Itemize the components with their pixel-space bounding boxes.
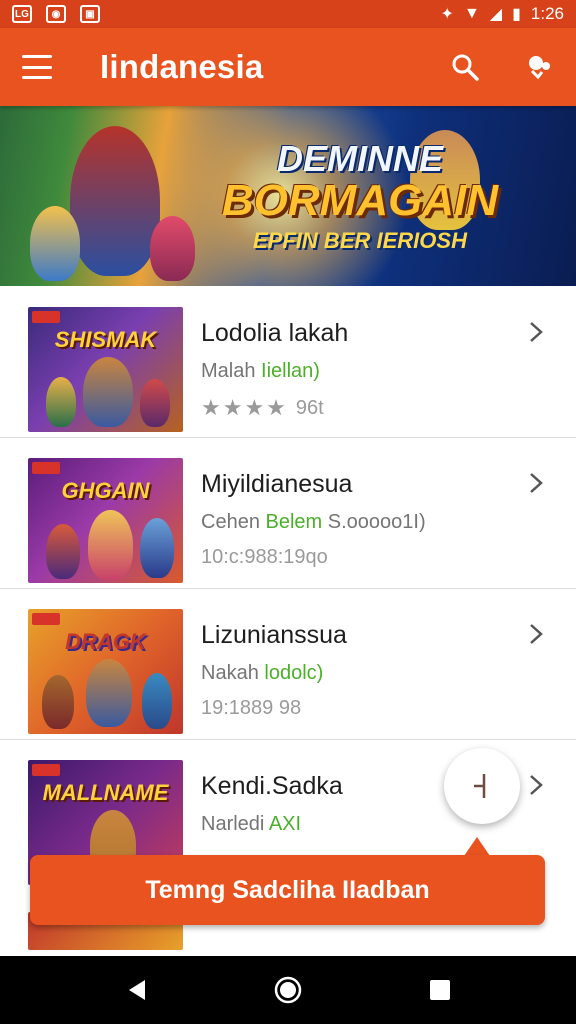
item-meta: ★★★★ 96t [201, 395, 324, 420]
media-icon: ◉ [46, 5, 66, 23]
app-bar: Iindanesia [0, 28, 576, 106]
item-title: Lizunianssua [201, 621, 347, 649]
banner-line-2: BORMAGAIN [221, 176, 499, 225]
thumbnail-badge [32, 311, 60, 323]
chevron-right-icon[interactable] [526, 775, 546, 795]
promo-banner[interactable]: DEMINNE BORMAGAIN EPFIN BER IERIOSH [0, 106, 576, 286]
thumbnail-title: DRAGK [65, 629, 146, 654]
item-title: Lodolia lakah [201, 319, 349, 347]
recents-icon[interactable] [420, 970, 460, 1010]
home-icon[interactable] [268, 970, 308, 1010]
game-thumbnail: DRAGK [28, 609, 183, 734]
item-meta: 19:1889 98 [201, 697, 302, 719]
list-item[interactable]: DRAGK Lizunianssua Nakah lodolc) 19:1889… [0, 588, 576, 739]
item-subtitle: Narledi AXI [201, 813, 302, 835]
status-time: 1:26 [530, 4, 564, 23]
banner-text: DEMINNE BORMAGAIN EPFIN BER IERIOSH [210, 138, 510, 254]
add-icon [474, 774, 486, 798]
battery-icon: ▮ [512, 6, 521, 23]
thumbnail-title: MALLNAME [42, 780, 169, 805]
app-icon: ▣ [80, 5, 100, 23]
item-subtitle: Malah Iiellan) [201, 360, 320, 382]
item-meta: 10:c:988:19qo [201, 546, 328, 568]
banner-hero-figure [70, 126, 160, 276]
item-title: Miyildianesua [201, 470, 353, 498]
cta-button[interactable]: Temng Sadcliha IIadban [30, 855, 545, 925]
status-bar: LG ◉ ▣ ✦ ▼ ◢ ▮ 1:26 [0, 0, 576, 28]
wifi-icon: ▼ [463, 5, 480, 22]
thumbnail-badge [32, 764, 60, 776]
banner-line-1: DEMINNE [276, 138, 443, 179]
game-thumbnail: SHISMAK [28, 307, 183, 432]
list-item[interactable]: SHISMAK Lodolia lakah Malah Iiellan) ★★★… [0, 286, 576, 437]
chevron-right-icon[interactable] [526, 473, 546, 493]
thumbnail-title: GHGAIN [61, 478, 150, 503]
item-subtitle: Cehen Belem S.ooooo1I) [201, 511, 426, 533]
menu-icon[interactable] [22, 55, 52, 79]
thumbnail-badge [32, 462, 60, 474]
chevron-right-icon[interactable] [526, 322, 546, 342]
banner-hero-figure [30, 206, 80, 281]
thumbnail-badge [32, 613, 60, 625]
game-thumbnail: GHGAIN [28, 458, 183, 583]
banner-hero-figure [150, 216, 195, 281]
list-item[interactable]: GHGAIN Miyildianesua Cehen Belem S.ooooo… [0, 437, 576, 588]
chevron-right-icon[interactable] [526, 624, 546, 644]
app-title: Iindanesia [100, 48, 264, 85]
item-subtitle: Nakah lodolc) [201, 662, 324, 684]
banner-line-3: EPFIN BER IERIOSH [253, 228, 467, 253]
back-icon[interactable] [116, 970, 156, 1010]
thumbnail-title: SHISMAK [54, 327, 157, 352]
search-icon[interactable] [450, 52, 480, 82]
notification-icon: LG [12, 5, 32, 23]
cta-pointer [464, 837, 490, 856]
more-icon[interactable] [524, 52, 554, 82]
add-button[interactable] [444, 748, 520, 824]
settings-icon: ✦ [440, 6, 454, 23]
signal-icon: ◢ [489, 6, 503, 23]
system-nav-bar [0, 956, 576, 1024]
rating-stars: ★★★★ [201, 395, 288, 420]
